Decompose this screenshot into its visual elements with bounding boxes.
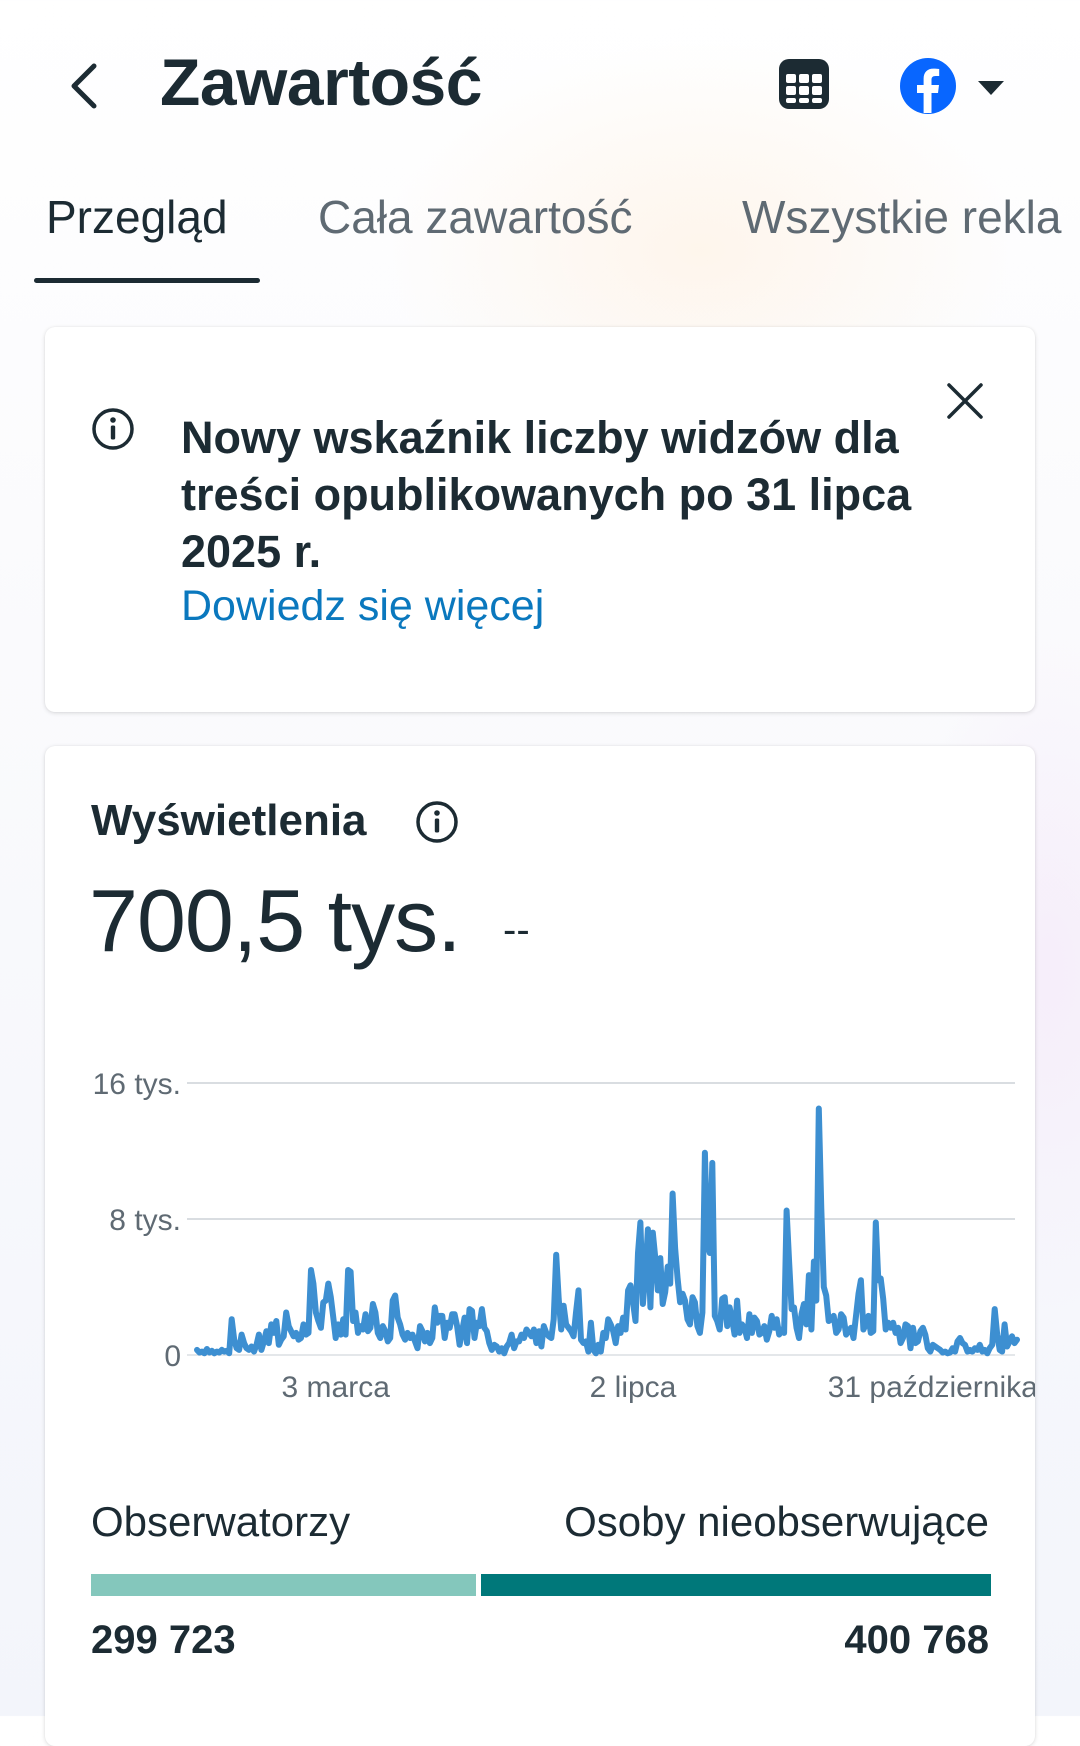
- top-app-bar: Zawartość: [0, 0, 1080, 170]
- tab-overview[interactable]: Przegląd: [46, 190, 228, 244]
- nonfollowers-label: Osoby nieobserwujące: [564, 1498, 989, 1545]
- x-tick-label: 3 marca: [282, 1371, 391, 1404]
- views-line-chart: 0 8 tys. 16 tys. 3 marca 2 lipca 31 październ…: [93, 1068, 1035, 1404]
- back-button[interactable]: [62, 58, 110, 114]
- views-series-line: [194, 1105, 1020, 1357]
- caret-down-icon: [978, 81, 1004, 95]
- y-tick-label: 16 tys.: [93, 1068, 181, 1101]
- nonfollowers-bar: [481, 1574, 991, 1596]
- table-view-button[interactable]: [776, 56, 832, 112]
- active-tab-indicator: [34, 278, 260, 283]
- tab-bar: Przegląd Cała zawartość Wszystkie rekla: [0, 190, 1080, 286]
- y-tick-label: 8 tys.: [109, 1204, 181, 1237]
- table-icon: [779, 59, 829, 109]
- page-title: Zawartość: [160, 45, 482, 119]
- nonfollowers-count: 400 768: [844, 1618, 989, 1662]
- account-switcher[interactable]: [898, 56, 1008, 116]
- tab-all-ads[interactable]: Wszystkie rekla: [742, 190, 1061, 244]
- facebook-icon: [900, 58, 956, 114]
- notice-message: Nowy wskaźnik liczby widzów dla treści o…: [181, 412, 912, 577]
- close-icon[interactable]: [943, 379, 987, 423]
- x-tick-label: 31 października: [828, 1371, 1035, 1404]
- views-card: Wyświetlenia 700,5 tys. -- 08 tys. 16 tys…: [45, 746, 1035, 1746]
- info-icon: [92, 408, 134, 450]
- x-tick-label: 2 lipca: [590, 1371, 677, 1404]
- chevron-left-icon: [71, 63, 97, 109]
- followers-count: 299 723: [91, 1618, 236, 1662]
- tab-all-content[interactable]: Cała zawartość: [318, 190, 632, 244]
- learn-more-link[interactable]: Dowiedz się więcej: [181, 582, 544, 631]
- followers-bar: [91, 1574, 476, 1596]
- y-tick-label: 0: [164, 1340, 181, 1373]
- followers-label: Obserwatorzy: [91, 1498, 351, 1545]
- info-notice-card: Nowy wskaźnik liczby widzów dla treści o…: [45, 327, 1035, 712]
